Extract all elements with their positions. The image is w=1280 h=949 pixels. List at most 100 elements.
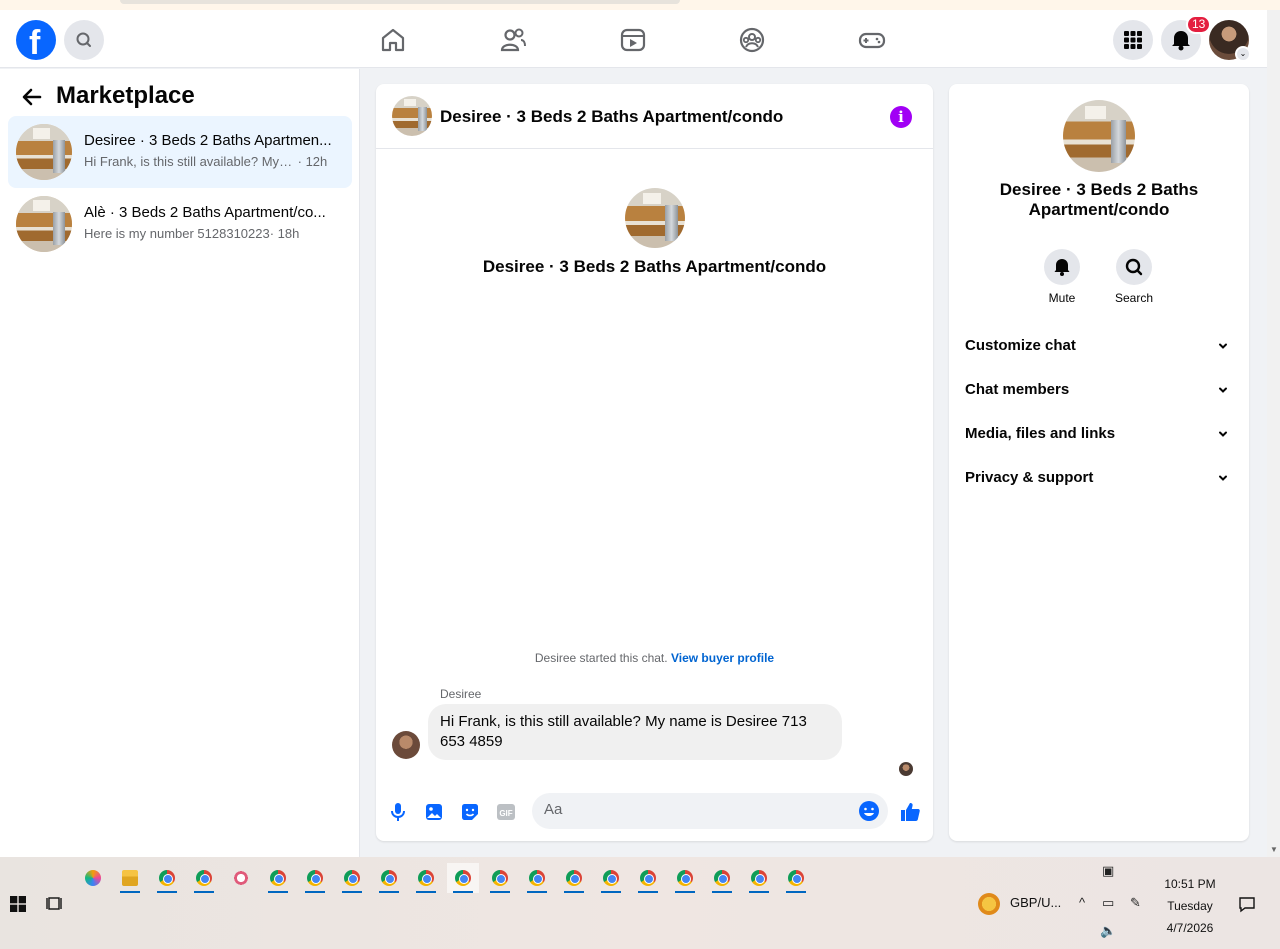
- currency-widget-label[interactable]: GBP/U...: [1010, 895, 1061, 910]
- microphone-icon[interactable]: [386, 800, 410, 824]
- chevron-down-icon: [1219, 343, 1227, 349]
- chrome-app-icon[interactable]: [632, 863, 664, 893]
- windows-taskbar: GBP/U... ^ ▣ ▭ ✎ 🔈 10:51 PM Tuesday 4/7/…: [0, 857, 1280, 949]
- video-icon[interactable]: [617, 24, 649, 56]
- chevron-down-icon: [1219, 475, 1227, 481]
- chrome-app-icon[interactable]: [410, 863, 442, 893]
- conversation-message: Hi Frank, is this still available? My na…: [84, 154, 294, 169]
- back-arrow-icon[interactable]: [20, 85, 44, 109]
- pen-icon[interactable]: ✎: [1130, 895, 1141, 911]
- chrome-app-icon[interactable]: [373, 863, 405, 893]
- action-center-icon[interactable]: [1238, 895, 1256, 913]
- bell-icon: [1054, 259, 1070, 276]
- copilot-app-icon[interactable]: [77, 863, 109, 893]
- chrome-app-icon[interactable]: [484, 863, 516, 893]
- groups-icon[interactable]: [736, 24, 768, 56]
- facebook-logo-letter: f: [29, 24, 41, 62]
- page-scrollbar[interactable]: ▼: [1267, 10, 1280, 857]
- search-button[interactable]: [64, 20, 104, 60]
- chrome-app-icon[interactable]: [669, 863, 701, 893]
- conversation-title: Alè · 3 Beds 2 Baths Apartment/co...: [84, 204, 326, 221]
- search-label: Search: [1114, 291, 1154, 305]
- mute-button[interactable]: Mute: [1032, 249, 1092, 305]
- volume-icon[interactable]: 🔈: [1100, 923, 1116, 939]
- gaming-icon[interactable]: [856, 24, 888, 56]
- privacy-support-row[interactable]: Privacy & support: [965, 458, 1233, 498]
- sender-avatar[interactable]: [392, 731, 420, 759]
- chrome-app-icon[interactable]: [151, 863, 183, 893]
- emoji-icon[interactable]: [858, 800, 880, 822]
- chrome-app-icon[interactable]: [743, 863, 775, 893]
- clock-date: 4/7/2026: [1166, 921, 1214, 935]
- view-buyer-profile-link[interactable]: View buyer profile: [671, 651, 774, 665]
- file-explorer-icon[interactable]: [114, 863, 146, 893]
- info-listing-title: Desiree · 3 Beds 2 Baths Apartment/condo: [999, 180, 1199, 219]
- chrome-app-icon-active[interactable]: [447, 863, 479, 893]
- conversation-item[interactable]: Desiree · 3 Beds 2 Baths Apartmen... Hi …: [8, 116, 352, 188]
- system-clock[interactable]: 10:51 PM Tuesday 4/7/2026: [1150, 873, 1230, 939]
- windows-start-icon[interactable]: [10, 896, 26, 912]
- media-files-links-row[interactable]: Media, files and links: [965, 414, 1233, 454]
- photo-icon[interactable]: [422, 800, 446, 824]
- browser-top-strip: [0, 0, 1280, 10]
- page-title: Marketplace: [56, 82, 195, 109]
- search-icon: [76, 32, 91, 47]
- chrome-app-icon[interactable]: [521, 863, 553, 893]
- chat-started-notice: Desiree started this chat. View buyer pr…: [376, 651, 933, 665]
- conversation-item[interactable]: Alè · 3 Beds 2 Baths Apartment/co... Her…: [8, 188, 352, 260]
- message-input-container[interactable]: [532, 793, 888, 829]
- chat-info-panel: Desiree · 3 Beds 2 Baths Apartment/condo…: [949, 84, 1249, 841]
- friends-icon[interactable]: [497, 24, 529, 56]
- currency-widget-icon[interactable]: [978, 893, 1000, 915]
- customize-chat-row[interactable]: Customize chat: [965, 326, 1233, 366]
- chrome-app-icon[interactable]: [558, 863, 590, 893]
- clock-day: Tuesday: [1167, 899, 1213, 913]
- chevron-down-icon[interactable]: ⌄: [1235, 46, 1251, 62]
- chrome-app-icon[interactable]: [780, 863, 812, 893]
- row-label: Chat members: [965, 381, 1070, 398]
- chrome-app-icon[interactable]: [336, 863, 368, 893]
- chrome-app-icon[interactable]: [595, 863, 627, 893]
- conversation-title: Desiree · 3 Beds 2 Baths Apartmen...: [84, 132, 332, 149]
- gif-icon[interactable]: GIF: [494, 800, 518, 824]
- chrome-app-icon[interactable]: [299, 863, 331, 893]
- message-sender-name: Desiree: [440, 687, 482, 701]
- gif-label: GIF: [499, 809, 512, 818]
- chat-started-text: Desiree started this chat.: [534, 651, 668, 665]
- facebook-logo[interactable]: f: [16, 20, 56, 62]
- chat-listing-title: Desiree · 3 Beds 2 Baths Apartment/condo: [482, 257, 827, 276]
- row-label: Media, files and links: [965, 425, 1116, 442]
- conversation-time: · 18h: [269, 226, 300, 241]
- conversation-message: Here is my number 5128310223: [84, 226, 270, 241]
- chevron-down-icon: [1219, 387, 1227, 393]
- menu-button[interactable]: [1113, 20, 1153, 60]
- chat-header-thumbnail[interactable]: [392, 96, 432, 136]
- listing-thumbnail: [16, 124, 72, 180]
- chrome-app-icon[interactable]: [262, 863, 294, 893]
- chrome-app-icon[interactable]: [188, 863, 220, 893]
- network-icon[interactable]: ▭: [1102, 895, 1114, 911]
- scroll-down-icon[interactable]: ▼: [1270, 845, 1278, 854]
- search-in-chat-button[interactable]: Search: [1104, 249, 1164, 305]
- thumbs-up-icon[interactable]: [898, 800, 922, 824]
- info-listing-thumbnail: [1063, 100, 1135, 172]
- chat-listing-thumbnail: [625, 188, 685, 248]
- listing-thumbnail: [16, 196, 72, 252]
- top-navigation: f 13 ⌄: [0, 10, 1267, 68]
- sticker-icon[interactable]: [458, 800, 482, 824]
- snipping-tool-icon[interactable]: [225, 863, 257, 893]
- clock-time: 10:51 PM: [1164, 877, 1216, 891]
- message-bubble[interactable]: Hi Frank, is this still available? My na…: [428, 704, 842, 760]
- info-icon[interactable]: i: [890, 106, 912, 128]
- meet-now-icon[interactable]: ▣: [1102, 863, 1114, 879]
- message-input[interactable]: [544, 801, 844, 818]
- task-view-icon[interactable]: [46, 896, 62, 912]
- chat-members-row[interactable]: Chat members: [965, 370, 1233, 410]
- chrome-app-icon[interactable]: [706, 863, 738, 893]
- chat-header: Desiree · 3 Beds 2 Baths Apartment/condo…: [376, 84, 933, 149]
- chevron-up-icon[interactable]: ^: [1079, 895, 1085, 910]
- chat-window: Desiree · 3 Beds 2 Baths Apartment/condo…: [376, 84, 933, 841]
- notification-badge: 13: [1186, 15, 1212, 34]
- chat-header-title[interactable]: Desiree · 3 Beds 2 Baths Apartment/condo: [440, 107, 783, 127]
- home-icon[interactable]: [377, 24, 409, 56]
